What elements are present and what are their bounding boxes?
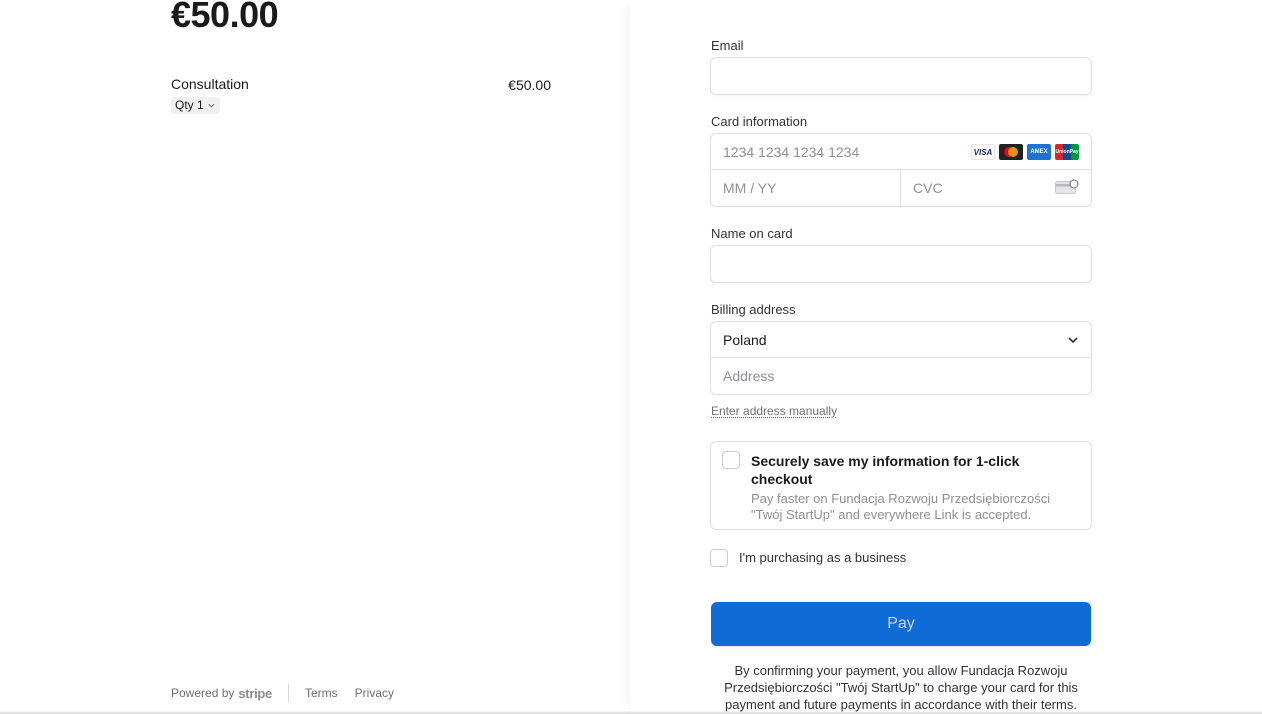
save-info-title: Securely save my information for 1-click…: [751, 453, 1020, 487]
billing-address-group: Poland: [710, 321, 1092, 395]
billing-address-label: Billing address: [711, 302, 796, 317]
powered-by-stripe[interactable]: Powered by stripe: [171, 686, 272, 701]
unionpay-icon: UnionPay: [1055, 144, 1079, 160]
chevron-down-icon: [208, 103, 215, 108]
email-field[interactable]: [711, 58, 1091, 94]
line-item-name: Consultation: [171, 76, 249, 92]
footer: Powered by stripe Terms Privacy: [171, 684, 411, 702]
cvc-card-icon: [1055, 179, 1079, 194]
visa-icon: VISA: [971, 144, 995, 160]
terms-link[interactable]: Terms: [305, 686, 338, 700]
expiry-cell: [711, 170, 901, 206]
card-expiry-cvc-row: [711, 170, 1091, 206]
save-info-checkbox[interactable]: [722, 451, 740, 469]
name-field-wrapper: [710, 245, 1092, 283]
expiry-input[interactable]: [711, 170, 900, 206]
address-input[interactable]: [711, 358, 1091, 394]
chevron-down-icon: [1068, 336, 1078, 343]
payment-terms-text: By confirming your payment, you allow Fu…: [724, 663, 1078, 712]
country-value: Poland: [723, 331, 767, 348]
name-on-card-field[interactable]: [711, 246, 1091, 282]
stripe-logo: stripe: [238, 685, 272, 701]
address-row: [711, 358, 1091, 394]
mastercard-icon: [999, 144, 1023, 160]
card-number-input[interactable]: [711, 134, 961, 170]
total-amount: €50.00: [171, 0, 279, 35]
enter-address-manually-link[interactable]: Enter address manually: [711, 404, 837, 418]
order-summary-pane: €50.00 Consultation €50.00 Qty 1 Powered…: [0, 0, 630, 714]
email-field-wrapper: [710, 57, 1092, 95]
quantity-selector[interactable]: Qty 1: [171, 97, 220, 114]
save-info-description: Pay faster on Fundacja Rozwoju Przedsięb…: [751, 491, 1051, 522]
name-on-card-label: Name on card: [711, 226, 793, 241]
powered-by-text: Powered by: [171, 686, 235, 700]
card-info-label: Card information: [711, 114, 808, 129]
card-info-group: VISA AMEX UnionPay: [710, 133, 1092, 207]
card-brand-icons: VISA AMEX UnionPay: [971, 144, 1079, 160]
footer-divider: [287, 684, 289, 702]
save-info-box: Securely save my information for 1-click…: [710, 441, 1092, 530]
business-label: I'm purchasing as a business: [739, 550, 907, 565]
card-number-row: VISA AMEX UnionPay: [711, 134, 1091, 170]
amex-icon: AMEX: [1027, 144, 1051, 160]
country-select[interactable]: Poland: [711, 322, 1091, 358]
cvc-cell: [901, 170, 1091, 206]
line-item-price: €50.00: [508, 77, 551, 93]
privacy-link[interactable]: Privacy: [355, 686, 394, 700]
business-checkbox[interactable]: [710, 549, 728, 567]
pay-button[interactable]: Pay: [711, 602, 1091, 646]
email-label: Email: [711, 38, 744, 53]
quantity-label: Qty 1: [175, 98, 204, 112]
